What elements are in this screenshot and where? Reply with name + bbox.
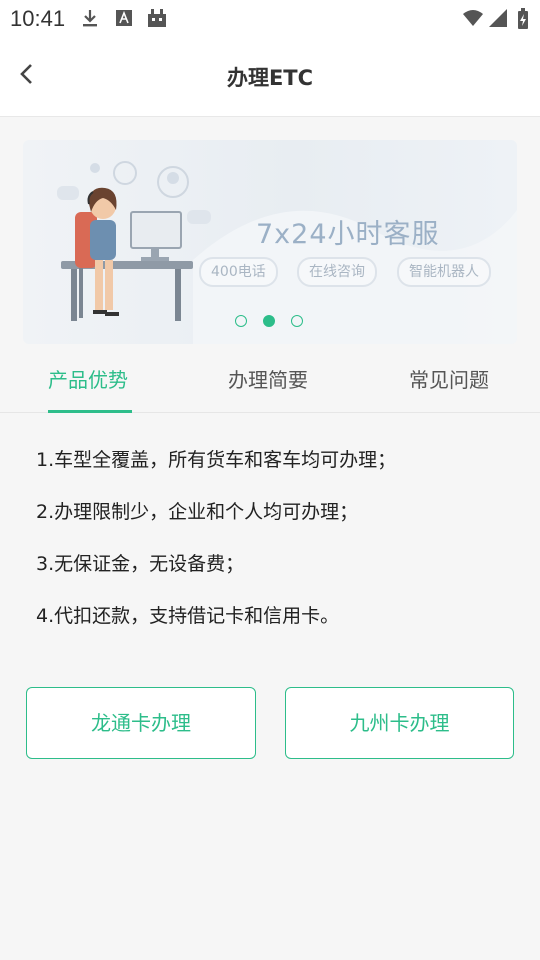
page-title: 办理ETC xyxy=(226,66,314,90)
status-time: 10:41 xyxy=(10,6,66,31)
carousel-dot-2[interactable] xyxy=(263,315,275,327)
signal-icon xyxy=(488,8,508,28)
pill-phone: 400电话 xyxy=(199,257,278,287)
status-bar: 10:41 xyxy=(0,0,540,36)
list-item: 2.办理限制少，企业和个人均可办理； xyxy=(36,501,359,523)
wifi-icon xyxy=(462,8,483,28)
font-icon xyxy=(114,8,134,28)
download-icon xyxy=(80,8,100,28)
carousel-dot-1[interactable] xyxy=(235,315,247,327)
longtong-card-button[interactable]: 龙通卡办理 xyxy=(26,687,256,759)
banner-heading: 7x24小时客服 xyxy=(256,219,440,250)
list-item: 1.车型全覆盖，所有货车和客车均可办理； xyxy=(36,449,397,471)
jiuzhou-card-button[interactable]: 九州卡办理 xyxy=(285,687,514,759)
tab-brief[interactable]: 办理简要 xyxy=(228,364,308,393)
pill-robot: 智能机器人 xyxy=(397,257,491,287)
advantage-list: 1.车型全覆盖，所有货车和客车均可办理； 2.办理限制少，企业和个人均可办理； … xyxy=(36,448,506,656)
app-header: 办理ETC xyxy=(0,36,540,117)
tab-faq[interactable]: 常见问题 xyxy=(409,364,489,393)
list-item: 3.无保证金，无设备费； xyxy=(36,553,245,575)
tab-bar: 产品优势 办理简要 常见问题 xyxy=(0,344,540,413)
carousel-dot-3[interactable] xyxy=(291,315,303,327)
battery-icon xyxy=(516,8,536,29)
pill-online-chat: 在线咨询 xyxy=(297,257,377,287)
tab-advantages[interactable]: 产品优势 xyxy=(48,364,128,393)
list-item: 4.代扣还款，支持借记卡和信用卡。 xyxy=(36,605,340,627)
service-banner[interactable]: 7x24小时客服 400电话 在线咨询 智能机器人 xyxy=(23,140,517,344)
active-tab-indicator xyxy=(48,410,132,413)
android-icon xyxy=(146,8,166,28)
